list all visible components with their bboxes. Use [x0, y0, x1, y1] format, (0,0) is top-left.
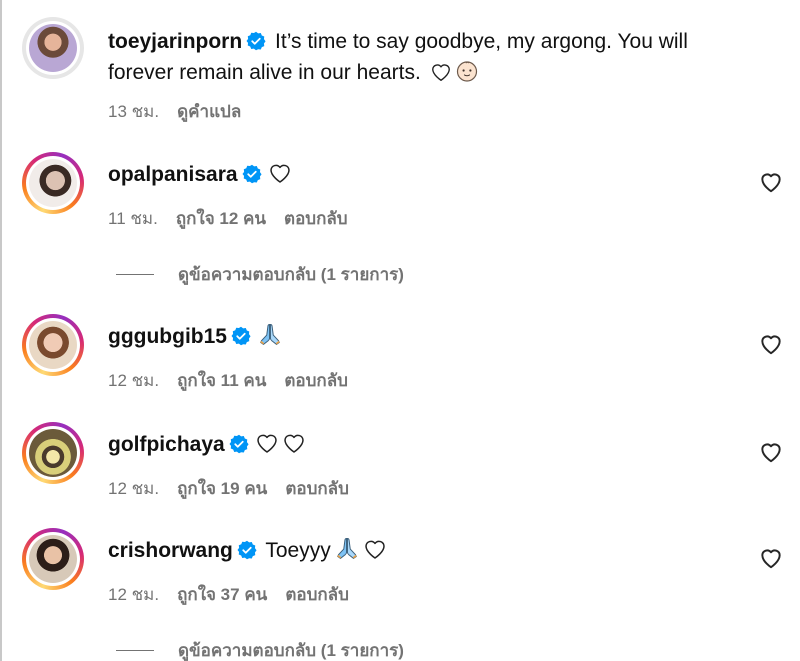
view-replies-label: ดูข้อความตอบกลับ (1 รายการ)	[178, 641, 404, 660]
verified-badge-icon	[237, 540, 257, 560]
comment-meta: 12 ชม. ถูกใจ 37 คน ตอบกลับ	[108, 581, 367, 608]
reply-button[interactable]: ตอบกลับ	[284, 209, 348, 228]
timestamp[interactable]: 11 ชม.	[108, 209, 158, 228]
translate-link[interactable]: ดูคำแปล	[177, 102, 241, 121]
comment-text: opalpanisara	[108, 159, 730, 190]
avatar[interactable]	[22, 17, 84, 79]
heart-outline-icon[interactable]	[758, 545, 784, 571]
window-edge	[0, 0, 2, 661]
caption-text: toeyjarinporn It’s time to say goodbye, …	[108, 26, 730, 88]
heart-outline-icon[interactable]	[758, 169, 784, 195]
like-count[interactable]: ถูกใจ 19 คน	[177, 479, 267, 498]
username[interactable]: golfpichaya	[108, 433, 225, 456]
comment-text: crishorwang Toeyyy	[108, 535, 730, 566]
reply-button[interactable]: ตอบกลับ	[285, 585, 349, 604]
replies-divider	[116, 274, 154, 275]
white-heart-icon	[363, 537, 387, 561]
username[interactable]: opalpanisara	[108, 163, 238, 186]
caption-line2: forever remain alive in our hearts.	[108, 61, 421, 84]
view-replies-button[interactable]: ดูข้อความตอบกลับ (1 รายการ)	[116, 637, 404, 661]
caption-line1: It’s time to say goodbye, my argong. You…	[275, 30, 688, 53]
avatar[interactable]	[22, 422, 84, 484]
caption-meta: 13 ชม. ดูคำแปล	[108, 98, 259, 125]
like-count[interactable]: ถูกใจ 37 คน	[177, 585, 267, 604]
view-replies-label: ดูข้อความตอบกลับ (1 รายการ)	[178, 265, 404, 284]
white-heart-icon	[282, 431, 306, 455]
comment-meta: 12 ชม. ถูกใจ 11 คน ตอบกลับ	[108, 367, 366, 394]
avatar[interactable]	[22, 528, 84, 590]
white-heart-icon	[255, 431, 279, 455]
replies-divider	[116, 650, 154, 651]
like-count[interactable]: ถูกใจ 12 คน	[176, 209, 266, 228]
folded-hands-icon	[334, 535, 360, 561]
verified-badge-icon	[242, 164, 262, 184]
timestamp[interactable]: 12 ชม.	[108, 479, 159, 498]
folded-hands-icon	[257, 321, 283, 347]
comment-meta: 11 ชม. ถูกใจ 12 คน ตอบกลับ	[108, 205, 366, 232]
verified-badge-icon	[231, 326, 251, 346]
username[interactable]: toeyjarinporn	[108, 30, 242, 53]
heart-outline-icon[interactable]	[758, 331, 784, 357]
timestamp[interactable]: 13 ชม.	[108, 102, 159, 121]
verified-badge-icon	[229, 434, 249, 454]
heart-outline-icon[interactable]	[758, 439, 784, 465]
comment-body: Toeyyy	[265, 539, 331, 562]
reply-button[interactable]: ตอบกลับ	[284, 371, 348, 390]
avatar[interactable]	[22, 314, 84, 376]
username[interactable]: gggubgib15	[108, 325, 227, 348]
comment-text: gggubgib15	[108, 321, 730, 352]
timestamp[interactable]: 12 ชม.	[108, 371, 159, 390]
white-heart-icon	[268, 161, 292, 185]
view-replies-button[interactable]: ดูข้อความตอบกลับ (1 รายการ)	[116, 261, 404, 288]
comment-text: golfpichaya	[108, 429, 730, 460]
avatar[interactable]	[22, 152, 84, 214]
reply-button[interactable]: ตอบกลับ	[285, 479, 349, 498]
username[interactable]: crishorwang	[108, 539, 233, 562]
timestamp[interactable]: 12 ชม.	[108, 585, 159, 604]
baby-face-icon	[455, 59, 479, 83]
like-count[interactable]: ถูกใจ 11 คน	[177, 371, 266, 390]
comment-meta: 12 ชม. ถูกใจ 19 คน ตอบกลับ	[108, 475, 367, 502]
white-heart-icon	[430, 61, 452, 83]
verified-badge-icon	[246, 31, 266, 51]
